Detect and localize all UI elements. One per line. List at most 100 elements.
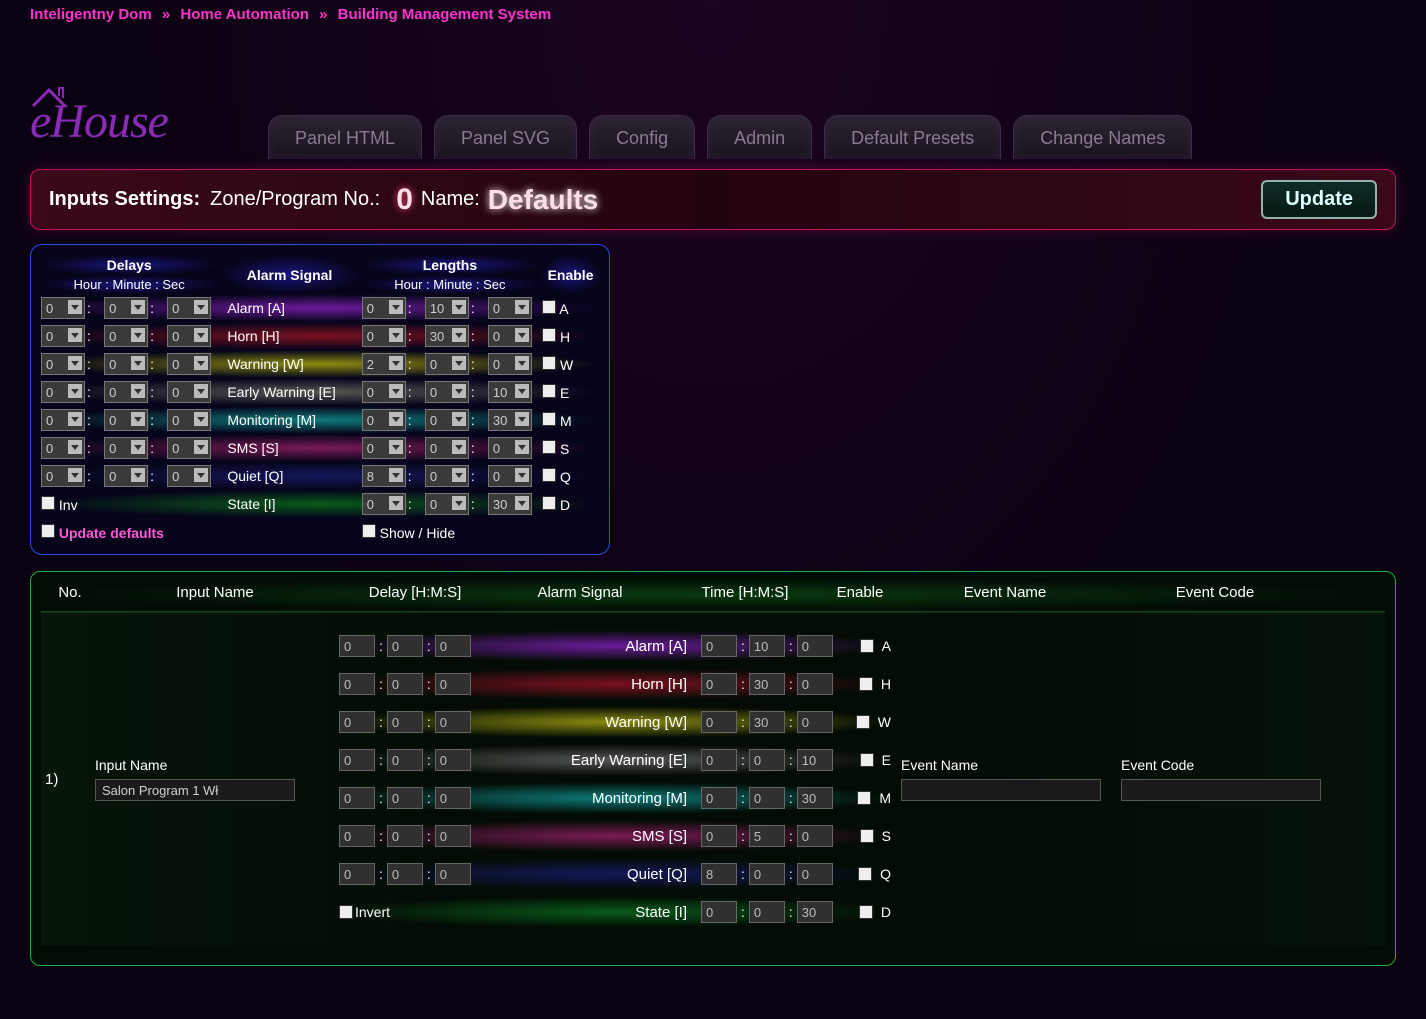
tab-change-names[interactable]: Change Names (1013, 115, 1192, 159)
len-s-7[interactable]: 30 (488, 493, 532, 515)
r1-t-s-2[interactable] (797, 711, 833, 733)
delay-h-4[interactable]: 0 (41, 409, 85, 431)
update-button[interactable]: Update (1261, 180, 1377, 219)
enable-W-checkbox[interactable] (542, 356, 556, 370)
r1-d-m-4[interactable] (387, 787, 423, 809)
delay-m-3[interactable]: 0 (104, 381, 148, 403)
len-s-6[interactable]: 0 (488, 465, 532, 487)
delay-h-5[interactable]: 0 (41, 437, 85, 459)
len-m-0[interactable]: 10 (425, 297, 469, 319)
delay-m-1[interactable]: 0 (104, 325, 148, 347)
r1-t-m-6[interactable] (749, 863, 785, 885)
show-hide-checkbox[interactable] (362, 524, 376, 538)
len-h-3[interactable]: 0 (362, 381, 406, 403)
r1-en-A-checkbox[interactable] (860, 639, 874, 653)
len-h-4[interactable]: 0 (362, 409, 406, 431)
r1-d-h-1[interactable] (339, 673, 375, 695)
r1-en-E-checkbox[interactable] (860, 753, 874, 767)
r1-en-D-checkbox[interactable] (859, 905, 873, 919)
len-m-5[interactable]: 0 (425, 437, 469, 459)
len-s-2[interactable]: 0 (488, 353, 532, 375)
tab-default-presets[interactable]: Default Presets (824, 115, 1001, 159)
breadcrumb-link-2[interactable]: Home Automation (180, 6, 309, 23)
r1-d-m-5[interactable] (387, 825, 423, 847)
tab-panel-svg[interactable]: Panel SVG (434, 115, 577, 159)
tab-config[interactable]: Config (589, 115, 695, 159)
input-name-field[interactable] (95, 779, 295, 801)
r1-t-m-5[interactable] (749, 825, 785, 847)
len-m-7[interactable]: 0 (425, 493, 469, 515)
r1-en-S-checkbox[interactable] (860, 829, 874, 843)
delay-s-1[interactable]: 0 (167, 325, 211, 347)
r1-t-s-5[interactable] (797, 825, 833, 847)
r1-en-H-checkbox[interactable] (859, 677, 873, 691)
invert-checkbox[interactable] (339, 905, 353, 919)
len-m-6[interactable]: 0 (425, 465, 469, 487)
enable-S-checkbox[interactable] (542, 440, 556, 454)
event-code-field[interactable] (1121, 779, 1321, 801)
r1-t-h-1[interactable] (701, 673, 737, 695)
len-s-4[interactable]: 30 (488, 409, 532, 431)
r1-t-m-2[interactable] (749, 711, 785, 733)
enable-H-checkbox[interactable] (542, 328, 556, 342)
delay-s-4[interactable]: 0 (167, 409, 211, 431)
len-m-1[interactable]: 30 (425, 325, 469, 347)
r1-d-s-5[interactable] (435, 825, 471, 847)
r1-t-h-5[interactable] (701, 825, 737, 847)
event-name-field[interactable] (901, 779, 1101, 801)
tab-admin[interactable]: Admin (707, 115, 812, 159)
r1-d-s-4[interactable] (435, 787, 471, 809)
enable-D-checkbox[interactable] (542, 496, 556, 510)
breadcrumb-link-1[interactable]: Inteligentny Dom (30, 6, 152, 23)
r1-d-m-3[interactable] (387, 749, 423, 771)
r1-d-m-1[interactable] (387, 673, 423, 695)
delay-m-5[interactable]: 0 (104, 437, 148, 459)
r1-t-m-4[interactable] (749, 787, 785, 809)
len-s-1[interactable]: 0 (488, 325, 532, 347)
r1-t-s-6[interactable] (797, 863, 833, 885)
r1-d-m-2[interactable] (387, 711, 423, 733)
delay-h-6[interactable]: 0 (41, 465, 85, 487)
delay-h-1[interactable]: 0 (41, 325, 85, 347)
r1-en-Q-checkbox[interactable] (858, 867, 872, 881)
r1-t-m-3[interactable] (749, 749, 785, 771)
r1-en-M-checkbox[interactable] (857, 791, 871, 805)
r1-d-h-0[interactable] (339, 635, 375, 657)
r1-d-m-0[interactable] (387, 635, 423, 657)
delay-s-3[interactable]: 0 (167, 381, 211, 403)
r1-t-h-6[interactable] (701, 863, 737, 885)
r1-t-s-4[interactable] (797, 787, 833, 809)
len-m-3[interactable]: 0 (425, 381, 469, 403)
r1-d-h-6[interactable] (339, 863, 375, 885)
len-h-0[interactable]: 0 (362, 297, 406, 319)
r1-d-h-3[interactable] (339, 749, 375, 771)
delay-s-6[interactable]: 0 (167, 465, 211, 487)
r1-t-s-7[interactable] (797, 901, 833, 923)
len-h-7[interactable]: 0 (362, 493, 406, 515)
update-defaults-checkbox[interactable] (41, 524, 55, 538)
r1-d-h-4[interactable] (339, 787, 375, 809)
r1-t-h-2[interactable] (701, 711, 737, 733)
r1-d-s-1[interactable] (435, 673, 471, 695)
r1-d-h-2[interactable] (339, 711, 375, 733)
r1-d-s-3[interactable] (435, 749, 471, 771)
r1-d-s-6[interactable] (435, 863, 471, 885)
r1-d-s-2[interactable] (435, 711, 471, 733)
delay-s-2[interactable]: 0 (167, 353, 211, 375)
len-h-1[interactable]: 0 (362, 325, 406, 347)
r1-t-h-7[interactable] (701, 901, 737, 923)
enable-Q-checkbox[interactable] (542, 468, 556, 482)
r1-en-W-checkbox[interactable] (856, 715, 870, 729)
delay-m-0[interactable]: 0 (104, 297, 148, 319)
r1-t-h-4[interactable] (701, 787, 737, 809)
breadcrumb-link-3[interactable]: Building Management System (338, 6, 551, 23)
enable-E-checkbox[interactable] (542, 384, 556, 398)
r1-d-m-6[interactable] (387, 863, 423, 885)
tab-panel-html[interactable]: Panel HTML (268, 115, 422, 159)
len-s-5[interactable]: 0 (488, 437, 532, 459)
enable-A-checkbox[interactable] (542, 300, 556, 314)
len-s-0[interactable]: 0 (488, 297, 532, 319)
delay-s-0[interactable]: 0 (167, 297, 211, 319)
delay-m-6[interactable]: 0 (104, 465, 148, 487)
len-h-2[interactable]: 2 (362, 353, 406, 375)
